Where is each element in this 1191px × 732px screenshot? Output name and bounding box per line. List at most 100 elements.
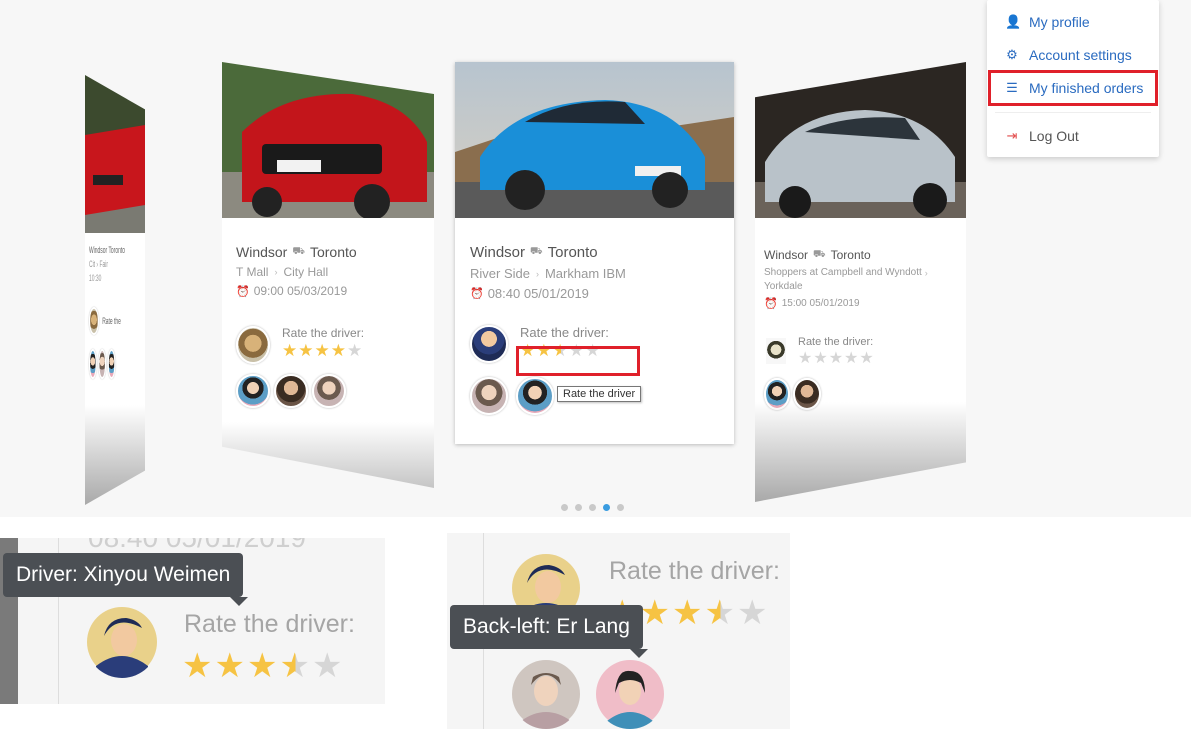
route: Windsor ⛟ Toronto: [764, 248, 871, 262]
rate-label: Rate the driver:: [798, 336, 874, 348]
star-icon[interactable]: ★: [798, 350, 813, 367]
pagination-dot[interactable]: [575, 504, 582, 511]
logout-icon: ⇥: [1006, 128, 1018, 143]
driver-avatar[interactable]: [764, 336, 788, 366]
star-icon[interactable]: ★: [214, 647, 246, 685]
star-icon[interactable]: ★: [520, 341, 536, 360]
menu-item-my-finished-orders[interactable]: ☰ My finished orders: [1005, 80, 1143, 96]
clock-icon: ⏰: [470, 288, 484, 300]
star-icon[interactable]: ★: [737, 594, 769, 632]
star-icon[interactable]: ★: [639, 594, 671, 632]
passenger-avatar[interactable]: [236, 374, 270, 408]
pagination-dot-active[interactable]: [603, 504, 610, 511]
car-photo-red-sedan: [85, 75, 145, 233]
star-icon[interactable]: ★: [569, 341, 585, 360]
pagination-dot[interactable]: [589, 504, 596, 511]
stops: Cit › Fair: [89, 259, 108, 269]
star-icon[interactable]: ★: [298, 341, 314, 360]
star-icon[interactable]: ★: [585, 341, 601, 360]
rate-label-large: Rate the driver:: [184, 610, 355, 638]
order-card-far-left[interactable]: Windsor Toronto Cit › Fair 10:30 Rate th…: [85, 75, 145, 505]
star-half-icon[interactable]: ★: [553, 341, 569, 360]
star-icon[interactable]: ★: [813, 350, 828, 367]
driver-avatar-large[interactable]: [86, 606, 158, 678]
stops: T Mall › City Hall: [236, 265, 329, 279]
stops: River Side › Markham IBM: [470, 266, 626, 281]
car-photo-red-audi: [222, 62, 434, 218]
star-icon[interactable]: ★: [331, 341, 347, 360]
car-photo-silver-jaguar: [755, 62, 966, 218]
gear-icon: ⚙: [1006, 47, 1018, 62]
passenger-avatar[interactable]: [107, 349, 116, 379]
route: Windsor ⛟ Toronto: [236, 244, 357, 260]
car-photo-blue-bmw: [455, 62, 734, 218]
star-icon[interactable]: ★: [347, 341, 363, 360]
star-icon[interactable]: ★: [315, 341, 331, 360]
rate-label: Rate the driver:: [520, 325, 609, 340]
star-icon[interactable]: ★: [282, 341, 298, 360]
star-icon[interactable]: ★: [844, 350, 859, 367]
rating-stars-large[interactable]: ★★★★★: [182, 646, 344, 686]
rating-stars[interactable]: ★★★★★: [520, 342, 609, 360]
passenger-avatar[interactable]: [516, 377, 554, 415]
order-carousel: Windsor Toronto Cit › Fair 10:30 Rate th…: [0, 0, 1191, 517]
order-card-left[interactable]: Windsor ⛟ Toronto T Mall › City Hall ⏰ 09:0…: [222, 62, 434, 488]
star-icon[interactable]: ★: [182, 647, 214, 685]
passenger-avatar[interactable]: [89, 349, 97, 379]
route: Windsor ⛟ Toronto: [470, 244, 598, 261]
departure-time: ⏰ 15:00 05/01/2019: [764, 298, 860, 310]
rate-label: Rate the: [102, 316, 121, 326]
star-icon[interactable]: ★: [247, 647, 279, 685]
rating-stars[interactable]: ★★★★★: [282, 342, 364, 360]
zoom-panel-driver-tooltip: 08:40 05/01/2019 Driver: Xinyou Weimen R…: [0, 538, 385, 704]
driver-avatar[interactable]: [89, 307, 99, 335]
chevron-right-icon: ›: [535, 268, 539, 279]
star-icon[interactable]: ★: [672, 594, 704, 632]
menu-item-my-profile[interactable]: 👤 My profile: [1005, 14, 1090, 30]
driver-avatar[interactable]: [470, 325, 508, 363]
menu-item-account-settings[interactable]: ⚙ Account settings: [1005, 47, 1132, 63]
clock-icon: ⏰: [236, 285, 250, 298]
passenger-avatar[interactable]: [312, 374, 346, 408]
passenger-avatar[interactable]: [98, 349, 107, 379]
driver-avatar[interactable]: [236, 326, 270, 364]
star-half-icon[interactable]: ★: [279, 647, 311, 685]
menu-divider: [995, 112, 1151, 113]
star-icon[interactable]: ★: [829, 350, 844, 367]
departure-time: ⏰ 08:40 05/01/2019: [470, 286, 589, 301]
passenger-avatar[interactable]: [470, 377, 508, 415]
zoom-panel-passenger-tooltip: Rate the driver: ★★★★★ Back-left: Er Lan…: [447, 533, 790, 729]
user-icon: 👤: [1005, 14, 1022, 29]
driver-tooltip: Driver: Xinyou Weimen: [3, 553, 249, 606]
passenger-avatar[interactable]: [764, 378, 790, 410]
chevron-right-icon: ›: [274, 267, 278, 277]
star-icon[interactable]: ★: [859, 350, 874, 367]
route: Windsor Toronto: [89, 245, 125, 255]
database-icon: ☰: [1006, 80, 1018, 95]
departure-time: ⏰ 09:00 05/03/2019: [236, 284, 348, 298]
car-icon: ⛟: [813, 248, 826, 260]
pagination-dot[interactable]: [561, 504, 568, 511]
star-half-icon[interactable]: ★: [704, 594, 736, 632]
stops: Shoppers at Campbell and Wyndott › Yorkdal…: [764, 267, 928, 292]
account-dropdown-menu: 👤 My profile ⚙ Account settings ☰ My fin…: [987, 0, 1159, 157]
time: 10:30: [89, 273, 102, 283]
star-icon[interactable]: ★: [536, 341, 552, 360]
chevron-right-icon: ›: [924, 267, 928, 278]
order-card-right[interactable]: Windsor ⛟ Toronto Shoppers at Campbell a…: [755, 62, 966, 502]
pagination-dot[interactable]: [617, 504, 624, 511]
menu-item-log-out[interactable]: ⇥ Log Out: [1005, 128, 1079, 144]
rating-stars[interactable]: ★★★★★: [798, 350, 875, 368]
passenger-avatar[interactable]: [793, 378, 821, 410]
car-icon: ⛟: [530, 246, 543, 257]
passenger-avatar[interactable]: [274, 374, 308, 408]
rate-label: Rate the driver:: [282, 326, 365, 340]
passenger-tooltip: Back-left: Er Lang: [450, 605, 648, 658]
faded-departure-time: 08:40 05/01/2019: [88, 538, 306, 554]
passenger-avatar-large[interactable]: [511, 659, 581, 729]
passenger-avatar-large[interactable]: [595, 659, 665, 729]
rate-label-large: Rate the driver:: [609, 557, 780, 585]
car-icon: ⛟: [292, 245, 305, 257]
star-icon[interactable]: ★: [312, 647, 344, 685]
carousel-pagination: [561, 504, 624, 511]
